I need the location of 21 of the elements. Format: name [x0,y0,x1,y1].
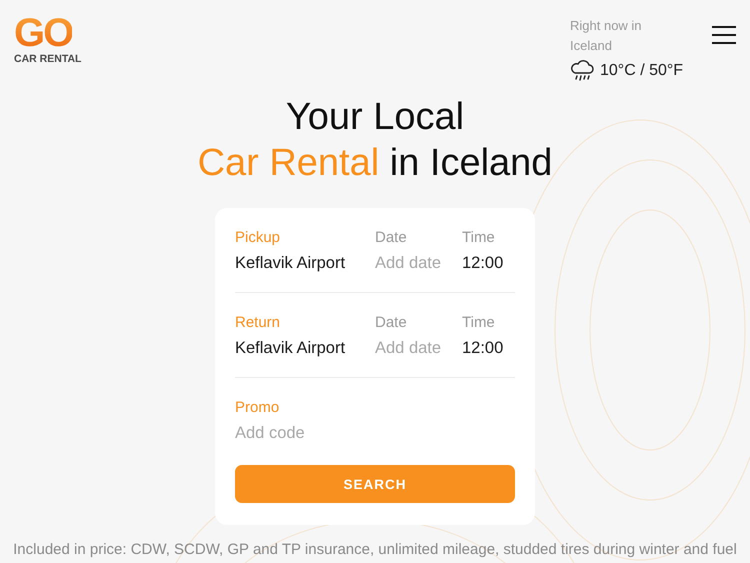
headline-highlight: Car Rental [198,142,380,184]
headline: in Iceland [390,142,552,184]
time-field[interactable]: 12:00 [462,336,515,360]
location-field[interactable]: Keflavik Airport [235,336,375,360]
field-label: Return [235,313,282,333]
date-label: Date [375,313,408,333]
rain-cloud-icon [570,60,594,82]
headline: Your Local [286,96,464,138]
field-label: Promo [235,398,280,418]
location-field[interactable]: Keflavik Airport [235,251,375,275]
weather-label: Right now in Iceland [570,17,643,55]
menu-icon [712,26,736,44]
date-label: Date [375,228,408,248]
field-label: Pickup [235,228,282,248]
time-label: Time [462,313,496,333]
time-label: Time [462,228,496,248]
footer-note: Included in price: CDW, SCDW, GP and TP insurance, unlimited mileage, studded tires during winter and fuel [13,541,737,558]
time-field[interactable]: 12:00 [462,251,515,275]
temperature: 10°C / 50°F [600,62,684,80]
menu-button[interactable] [712,26,736,47]
logo-subtitle: CAR RENTAL [14,53,82,65]
